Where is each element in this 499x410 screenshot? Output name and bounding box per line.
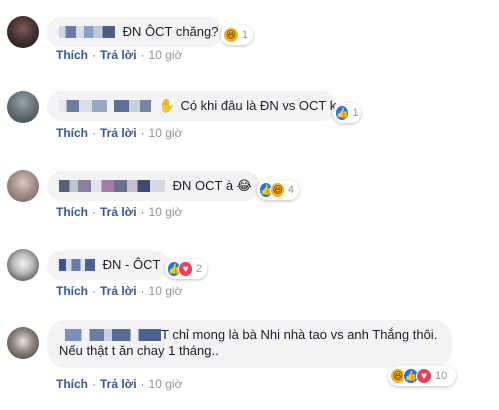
reaction-count: 1 [241,29,248,41]
reaction-count: 1 [352,107,359,119]
reply-link[interactable]: Trả lời [100,126,137,140]
redacted-name[interactable] [59,100,151,112]
avatar[interactable] [7,249,39,281]
like-link[interactable]: Thích [56,205,88,219]
avatar[interactable] [7,16,39,48]
comment-actions: Thích · Trả lời · 10 giờ [56,377,183,391]
reaction-count: 2 [195,263,202,275]
timestamp[interactable]: 10 giờ [149,284,183,298]
redacted-name[interactable] [59,329,161,341]
comment-actions: Thích · Trả lời · 10 giờ [56,48,183,62]
reply-link[interactable]: Trả lời [100,205,137,219]
comment-bubble: ✋ Có khi đâu là ĐN vs OCT k [47,91,337,121]
redacted-name[interactable] [59,259,95,271]
love-icon: ♥ [178,261,193,277]
redacted-name[interactable] [59,26,115,38]
reactions[interactable]: 😆 👍 ♥ 10 [388,366,456,386]
love-icon: ♥ [416,368,432,384]
redacted-name[interactable] [59,180,165,192]
like-link[interactable]: Thích [56,126,88,140]
like-link[interactable]: Thích [56,284,88,298]
comment-text: ĐN - ÔCT [102,257,161,272]
reply-link[interactable]: Trả lời [100,48,137,62]
haha-icon: 😆 [223,27,239,43]
like-link[interactable]: Thích [56,48,88,62]
reactions[interactable]: 😆 1 [221,25,253,45]
reply-link[interactable]: Trả lời [100,284,137,298]
like-link[interactable]: Thích [56,377,88,391]
timestamp[interactable]: 10 giờ [149,205,183,219]
comment-bubble: T chỉ mong là bà Nhi nhà tao vs anh Thắn… [47,320,452,368]
comment-actions: Thích · Trả lời · 10 giờ [56,284,183,298]
reaction-count: 10 [435,370,448,382]
reaction-count: 4 [287,184,294,196]
like-icon: 👍 [335,105,350,121]
avatar[interactable] [7,327,39,359]
comment-bubble: ĐN - ÔCT [47,250,169,280]
wave-icon: ✋ [158,98,175,113]
comment-text: ĐN OCT à 😂 [172,178,252,193]
timestamp[interactable]: 10 giờ [149,126,183,140]
comment-actions: Thích · Trả lời · 10 giờ [56,126,183,140]
comment-text: ĐN ÔCT chăng? [122,24,219,39]
haha-icon: 😆 [270,182,285,198]
reply-link[interactable]: Trả lời [100,377,137,391]
reactions[interactable]: 👍 ♥ 2 [165,259,207,279]
comment-bubble: ĐN ÔCT chăng? [47,17,223,47]
reactions[interactable]: 👍 😆 4 [257,180,299,200]
comment-bubble: ĐN OCT à 😂 [47,171,260,201]
avatar[interactable] [7,170,39,202]
comment-actions: Thích · Trả lời · 10 giờ [56,205,183,219]
reactions[interactable]: 👍 1 [333,103,361,123]
timestamp[interactable]: 10 giờ [149,48,183,62]
avatar[interactable] [7,91,39,123]
comment-text: Có khi đâu là ĐN vs OCT k [180,98,337,113]
timestamp[interactable]: 10 giờ [149,377,183,391]
